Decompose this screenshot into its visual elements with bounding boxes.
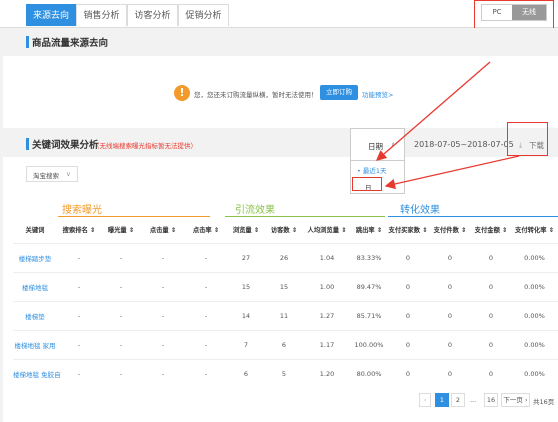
arrow-to-day-option (384, 155, 520, 190)
arrow-to-date-dropdown (376, 61, 491, 161)
annotation-arrows (376, 61, 520, 190)
